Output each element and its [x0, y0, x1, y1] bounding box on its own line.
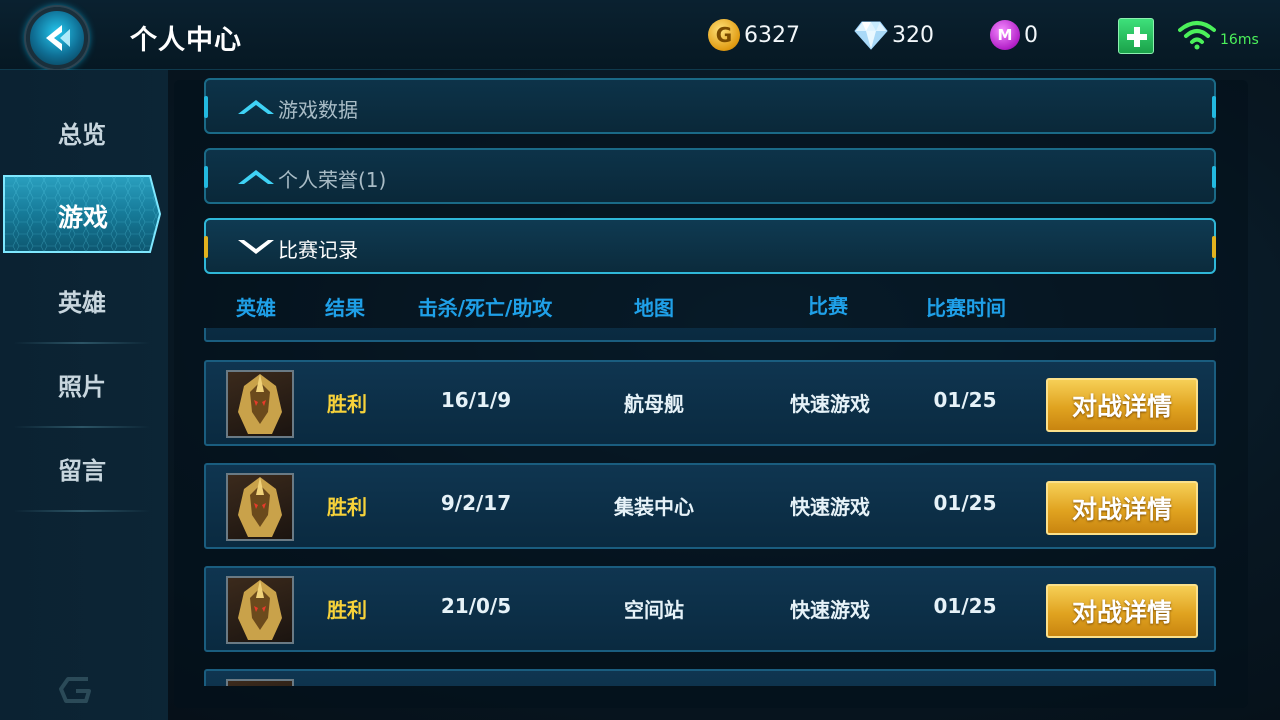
match-list[interactable]: 胜利 16/1/9 航母舰 快速游戏 01/25 对战详情 胜利 9/2/17 …	[204, 328, 1216, 686]
back-arrow-icon	[46, 25, 70, 51]
bar-notch	[1212, 236, 1216, 258]
hero-portrait	[226, 576, 294, 644]
plus-icon	[1127, 27, 1147, 47]
table-row: 胜利 16/1/9 航母舰 快速游戏 01/25 对战详情	[204, 360, 1216, 446]
hero-portrait	[226, 679, 294, 686]
bar-notch	[1212, 96, 1216, 118]
gold-amount: 6327	[744, 22, 800, 48]
match-details-button[interactable]: 对战详情	[1046, 481, 1198, 535]
match-date: 01/25	[933, 388, 997, 412]
ping-value: 16ms	[1220, 32, 1259, 48]
section-label: 游戏数据	[278, 98, 358, 122]
top-bar: 个人中心 G 6327 320 M 0 16ms	[0, 0, 1280, 70]
gold-currency: G 6327	[708, 18, 800, 52]
column-header-kda: 击杀/死亡/助攻	[417, 296, 553, 320]
sidebar-item-photos[interactable]: 照片	[0, 342, 166, 426]
table-row-partial	[204, 669, 1216, 686]
column-header-time: 比赛时间	[926, 296, 1006, 320]
match-date: 01/25	[933, 594, 997, 618]
table-row: 胜利 21/0/5 空间站 快速游戏 01/25 对战详情	[204, 566, 1216, 652]
hero-helmet-icon	[238, 374, 282, 434]
column-header-mode: 比赛	[808, 294, 848, 318]
gold-coin-icon: G	[708, 19, 740, 51]
column-header-result: 结果	[325, 296, 365, 320]
bar-notch	[204, 236, 208, 258]
sidebar-item-overview[interactable]: 总览	[0, 90, 166, 174]
match-map: 航母舰	[624, 392, 684, 416]
match-mode: 快速游戏	[790, 598, 870, 622]
table-header: 英雄 结果 击杀/死亡/助攻 地图 比赛 比赛时间	[204, 288, 1216, 328]
match-result: 胜利	[327, 598, 367, 622]
sidebar-item-label: 留言	[58, 456, 106, 485]
section-label: 比赛记录	[278, 238, 358, 262]
sidebar-item-label: 英雄	[58, 288, 106, 317]
chevron-up-icon	[238, 170, 274, 184]
match-details-button[interactable]: 对战详情	[1046, 584, 1198, 638]
mcoin-amount: 0	[1024, 22, 1038, 48]
section-game-data[interactable]: 游戏数据	[204, 78, 1216, 134]
column-header-hero: 英雄	[236, 296, 276, 320]
match-mode: 快速游戏	[790, 495, 870, 519]
sidebar-item-label: 总览	[58, 120, 106, 149]
sidebar-item-heroes[interactable]: 英雄	[0, 258, 166, 342]
table-row-partial	[204, 328, 1216, 342]
mcoin-currency: M 0	[990, 18, 1038, 52]
match-kda: 21/0/5	[440, 594, 512, 618]
bar-notch	[204, 96, 208, 118]
hero-helmet-icon	[238, 580, 282, 640]
chevron-up-icon	[238, 100, 274, 114]
diamond-icon	[854, 21, 888, 50]
hero-portrait	[226, 370, 294, 438]
chevron-down-icon	[238, 240, 274, 254]
match-kda: 9/2/17	[440, 491, 512, 515]
match-map: 集装中心	[614, 495, 694, 519]
network-status: 16ms	[1178, 20, 1259, 50]
mcoin-icon: M	[990, 20, 1020, 50]
recharge-button[interactable]	[1118, 18, 1154, 54]
bar-notch	[204, 166, 208, 188]
sidebar-item-messages[interactable]: 留言	[0, 426, 166, 510]
match-date: 01/25	[933, 491, 997, 515]
table-row: 胜利 9/2/17 集装中心 快速游戏 01/25 对战详情	[204, 463, 1216, 549]
hero-portrait	[226, 473, 294, 541]
match-map: 空间站	[624, 598, 684, 622]
section-match-record[interactable]: 比赛记录	[204, 218, 1216, 274]
sidebar-item-label: 游戏	[58, 203, 109, 232]
match-result: 胜利	[327, 392, 367, 416]
bar-notch	[1212, 166, 1216, 188]
match-mode: 快速游戏	[790, 392, 870, 416]
column-header-map: 地图	[634, 296, 674, 320]
diamond-currency: 320	[854, 18, 934, 52]
wifi-icon	[1178, 21, 1216, 50]
sidebar-item-label: 照片	[58, 372, 106, 401]
match-kda: 16/1/9	[440, 388, 512, 412]
back-button[interactable]	[18, 5, 100, 69]
page-title: 个人中心	[130, 25, 242, 56]
sidebar: 总览 游戏 英雄 照片 留言	[0, 70, 168, 720]
hero-helmet-icon	[238, 477, 282, 537]
sidebar-divider	[14, 510, 150, 512]
section-label: 个人荣誉(1)	[278, 168, 387, 192]
sidebar-item-game[interactable]: 游戏	[2, 174, 162, 254]
section-honors[interactable]: 个人荣誉(1)	[204, 148, 1216, 204]
brand-logo-icon	[59, 677, 91, 703]
diamond-amount: 320	[892, 22, 934, 48]
match-details-button[interactable]: 对战详情	[1046, 378, 1198, 432]
match-result: 胜利	[327, 495, 367, 519]
